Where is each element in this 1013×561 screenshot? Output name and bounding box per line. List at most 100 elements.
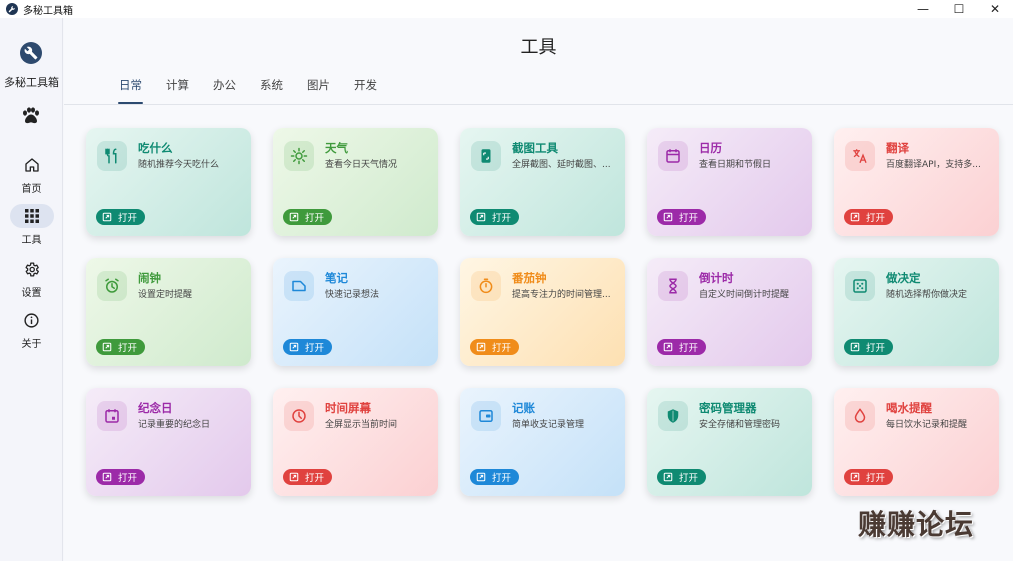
tool-description: 提高专注力的时间管理...: [512, 290, 611, 300]
minimize-button[interactable]: —: [905, 0, 941, 18]
tool-card-alarm[interactable]: 闹钟 设置定时提醒 打开: [86, 258, 251, 366]
tool-card-fork-knife[interactable]: 吃什么随机推荐今天吃什么打开: [86, 128, 251, 236]
open-button-label: 打开: [679, 473, 699, 484]
open-button[interactable]: 打开: [470, 339, 520, 355]
tab-daily[interactable]: 日常: [118, 77, 143, 104]
open-button[interactable]: 打开: [96, 469, 146, 485]
open-button[interactable]: 打开: [844, 469, 894, 485]
open-external-icon: [663, 342, 673, 352]
sun-icon: [284, 141, 314, 171]
tool-card-translate[interactable]: 翻译百度翻译API，支持多... 打开: [834, 128, 999, 236]
open-external-icon: [102, 472, 112, 482]
water-drop-icon: [845, 401, 875, 431]
open-button[interactable]: 打开: [844, 339, 894, 355]
open-button[interactable]: 打开: [657, 209, 707, 225]
tool-card-water-drop[interactable]: 喝水提醒 每日饮水记录和提醒 打开: [834, 388, 999, 496]
tool-description: 自定义时间倒计时提醒: [699, 290, 790, 300]
sidebar-item-settings[interactable]: 设置: [0, 257, 63, 301]
open-button-label: 打开: [492, 343, 512, 354]
tool-card-clock[interactable]: 时间屏幕 全屏显示当前时间 打开: [273, 388, 438, 496]
timer-icon: [471, 271, 501, 301]
tool-description: 随机推荐今天吃什么: [138, 160, 220, 170]
tool-card-hourglass[interactable]: 倒计时 自定义时间倒计时提醒 打开: [647, 258, 812, 366]
open-external-icon: [476, 342, 486, 352]
tool-name: 闹钟: [138, 271, 161, 285]
open-button-label: 打开: [866, 473, 886, 484]
tool-name: 吃什么: [138, 141, 173, 155]
dice-icon: [845, 271, 875, 301]
open-button-label: 打开: [305, 213, 325, 224]
open-external-icon: [850, 212, 860, 222]
open-button[interactable]: 打开: [96, 209, 146, 225]
paw-icon[interactable]: [21, 107, 41, 125]
open-button[interactable]: 打开: [283, 209, 333, 225]
open-button[interactable]: 打开: [96, 339, 146, 355]
tool-name: 日历: [699, 141, 722, 155]
tool-card-timer[interactable]: 番茄钟提高专注力的时间管理... 打开: [460, 258, 625, 366]
open-button-label: 打开: [492, 213, 512, 224]
open-external-icon: [102, 212, 112, 222]
tab-bar: 日常 计算 办公 系统 图片 开发: [118, 77, 401, 104]
tool-description: 记录重要的纪念日: [138, 420, 211, 430]
tab-office[interactable]: 办公: [213, 77, 236, 104]
tool-description: 全屏显示当前时间: [325, 420, 398, 430]
tool-description: 安全存储和管理密码: [699, 420, 781, 430]
window-title: 多秘工具箱: [23, 5, 73, 17]
open-button[interactable]: 打开: [283, 339, 333, 355]
open-button-label: 打开: [866, 343, 886, 354]
tool-description: 百度翻译API，支持多...: [886, 160, 981, 170]
tool-description: 查看日期和节假日: [699, 160, 772, 170]
tool-description: 查看今日天气情况: [325, 160, 398, 170]
tool-card-dice[interactable]: 做决定 随机选择帮你做决定 打开: [834, 258, 999, 366]
sidebar-item-label: 首页: [21, 184, 42, 195]
open-external-icon: [476, 212, 486, 222]
grid-icon: [9, 204, 54, 228]
open-button[interactable]: 打开: [470, 469, 520, 485]
tool-card-shield[interactable]: 密码管理器 安全存储和管理密码 打开: [647, 388, 812, 496]
tab-develop[interactable]: 开发: [354, 77, 377, 104]
tool-name: 做决定: [886, 271, 921, 285]
open-external-icon: [663, 212, 673, 222]
translate-icon: [845, 141, 875, 171]
note-icon: [284, 271, 314, 301]
tab-system[interactable]: 系统: [260, 77, 283, 104]
wallet-icon: [471, 401, 501, 431]
tool-name: 天气: [325, 141, 348, 155]
tab-image[interactable]: 图片: [307, 77, 330, 104]
app-icon: [6, 3, 18, 15]
tool-name: 番茄钟: [512, 271, 547, 285]
tool-name: 记账: [512, 401, 535, 415]
fork-knife-icon: [97, 141, 127, 171]
close-button[interactable]: ✕: [977, 0, 1013, 18]
tool-name: 翻译: [886, 141, 909, 155]
open-external-icon: [289, 472, 299, 482]
open-external-icon: [289, 212, 299, 222]
tab-divider: [64, 104, 1013, 105]
sidebar-item-home[interactable]: 首页: [0, 153, 63, 197]
tool-card-note[interactable]: 笔记 快速记录想法 打开: [273, 258, 438, 366]
maximize-button[interactable]: ☐: [941, 0, 977, 18]
open-button[interactable]: 打开: [844, 209, 894, 225]
open-button-label: 打开: [305, 343, 325, 354]
open-button-label: 打开: [866, 213, 886, 224]
tab-calculate[interactable]: 计算: [166, 77, 189, 104]
title-bar: 多秘工具箱 — ☐ ✕: [0, 0, 1013, 18]
open-external-icon: [850, 472, 860, 482]
open-button[interactable]: 打开: [657, 469, 707, 485]
watermark: 赚赚论坛: [858, 508, 975, 541]
shield-icon: [658, 401, 688, 431]
tool-card-screenshot[interactable]: 截图工具 全屏截图、延时截图、... 打开: [460, 128, 625, 236]
tool-card-event[interactable]: 纪念日 记录重要的纪念日 打开: [86, 388, 251, 496]
tool-card-calendar[interactable]: 日历查看日期和节假日打开: [647, 128, 812, 236]
open-button-label: 打开: [492, 473, 512, 484]
calendar-icon: [658, 141, 688, 171]
open-button-label: 打开: [305, 473, 325, 484]
open-button[interactable]: 打开: [657, 339, 707, 355]
open-button[interactable]: 打开: [470, 209, 520, 225]
sidebar-item-tools[interactable]: 工具: [0, 204, 63, 248]
open-button[interactable]: 打开: [283, 469, 333, 485]
tool-card-sun[interactable]: 天气查看今日天气情况打开: [273, 128, 438, 236]
tool-card-wallet[interactable]: 记账 简单收支记录管理 打开: [460, 388, 625, 496]
sidebar-item-about[interactable]: 关于: [0, 308, 63, 352]
tool-name: 喝水提醒: [886, 401, 932, 415]
